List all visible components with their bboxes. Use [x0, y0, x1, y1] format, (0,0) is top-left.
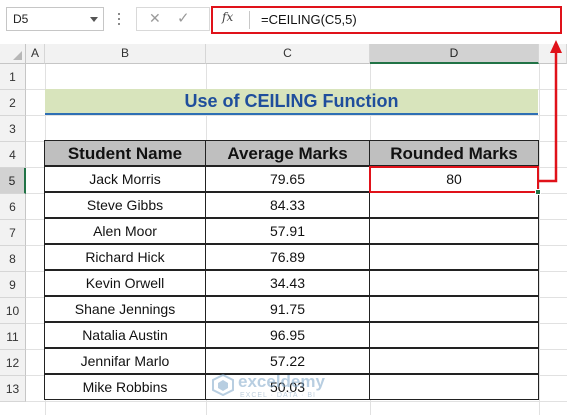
formula-actions: ✕ ✓ [136, 7, 210, 31]
table-cell[interactable]: 84.33 [205, 192, 370, 218]
row-header-7[interactable]: 7 [0, 220, 26, 246]
name-box-value: D5 [13, 12, 29, 26]
table-cell[interactable]: Kevin Orwell [44, 270, 206, 296]
name-box[interactable]: D5 [6, 7, 104, 31]
formula-input[interactable]: =CEILING(C5,5) [211, 6, 562, 34]
check-icon[interactable]: ✓ [177, 9, 190, 27]
table-cell[interactable]: 34.43 [205, 270, 370, 296]
row-header-13[interactable]: 13 [0, 376, 26, 402]
more-options-icon[interactable] [118, 13, 121, 27]
column-header-cell[interactable]: Student Name [44, 140, 206, 166]
exceldemy-logo-icon [212, 374, 234, 396]
row-header-4[interactable]: 4 [0, 142, 26, 168]
row-header-3[interactable]: 3 [0, 116, 26, 142]
row-header-2[interactable]: 2 [0, 90, 26, 116]
row-header-8[interactable]: 8 [0, 246, 26, 272]
function-icon[interactable]: fx [222, 10, 233, 24]
row-header-12[interactable]: 12 [0, 350, 26, 376]
close-icon[interactable]: ✕ [149, 10, 161, 27]
watermark: exceldemy EXCEL · DATA · BI [212, 370, 352, 404]
table-cell[interactable] [369, 322, 539, 348]
grid-vline [539, 64, 540, 415]
column-header-overflow[interactable] [539, 44, 567, 64]
column-header-c[interactable]: C [206, 44, 370, 64]
column-header-a[interactable]: A [26, 44, 45, 64]
formula-bar: D5 ✕ ✓ =CEILING(C5,5) fx [0, 0, 567, 42]
divider [249, 11, 250, 29]
table-cell[interactable] [369, 348, 539, 374]
table-cell[interactable] [369, 296, 539, 322]
column-header-d[interactable]: D [370, 44, 539, 64]
active-cell-d5[interactable] [369, 166, 541, 195]
chevron-down-icon[interactable] [90, 17, 98, 22]
formula-text: =CEILING(C5,5) [261, 12, 357, 27]
table-cell[interactable] [369, 374, 539, 400]
column-header-cell[interactable]: Rounded Marks [369, 140, 539, 166]
column-header-b[interactable]: B [45, 44, 206, 64]
watermark-tagline: EXCEL · DATA · BI [240, 392, 316, 399]
table-cell[interactable]: Jennifar Marlo [44, 348, 206, 374]
sheet-title: Use of CEILING Function [184, 91, 399, 111]
table-cell[interactable]: Steve Gibbs [44, 192, 206, 218]
table-cell[interactable]: Natalia Austin [44, 322, 206, 348]
row-header-9[interactable]: 9 [0, 272, 26, 298]
table-cell[interactable]: 57.91 [205, 218, 370, 244]
title-cell[interactable]: Use of CEILING Function [45, 89, 538, 115]
column-header-cell[interactable]: Average Marks [205, 140, 370, 166]
watermark-name: exceldemy [238, 372, 325, 391]
table-cell[interactable]: 79.65 [205, 166, 370, 192]
table-cell[interactable]: Richard Hick [44, 244, 206, 270]
table-cell[interactable]: 76.89 [205, 244, 370, 270]
table-cell[interactable]: 96.95 [205, 322, 370, 348]
table-cell[interactable]: Jack Morris [44, 166, 206, 192]
table-cell[interactable]: Mike Robbins [44, 374, 206, 400]
table-cell[interactable] [369, 270, 539, 296]
fill-handle[interactable] [535, 189, 541, 195]
triangle-icon [13, 51, 22, 60]
row-header-11[interactable]: 11 [0, 324, 26, 350]
grid-hline [26, 115, 567, 116]
table-cell[interactable]: 91.75 [205, 296, 370, 322]
table-cell[interactable]: Alen Moor [44, 218, 206, 244]
select-all-corner[interactable] [0, 44, 26, 64]
row-header-6[interactable]: 6 [0, 194, 26, 220]
table-cell[interactable] [369, 192, 539, 218]
row-header-10[interactable]: 10 [0, 298, 26, 324]
row-header-5[interactable]: 5 [0, 168, 26, 194]
table-cell[interactable] [369, 244, 539, 270]
row-header-1[interactable]: 1 [0, 64, 26, 90]
table-cell[interactable] [369, 218, 539, 244]
table-cell[interactable]: Shane Jennings [44, 296, 206, 322]
